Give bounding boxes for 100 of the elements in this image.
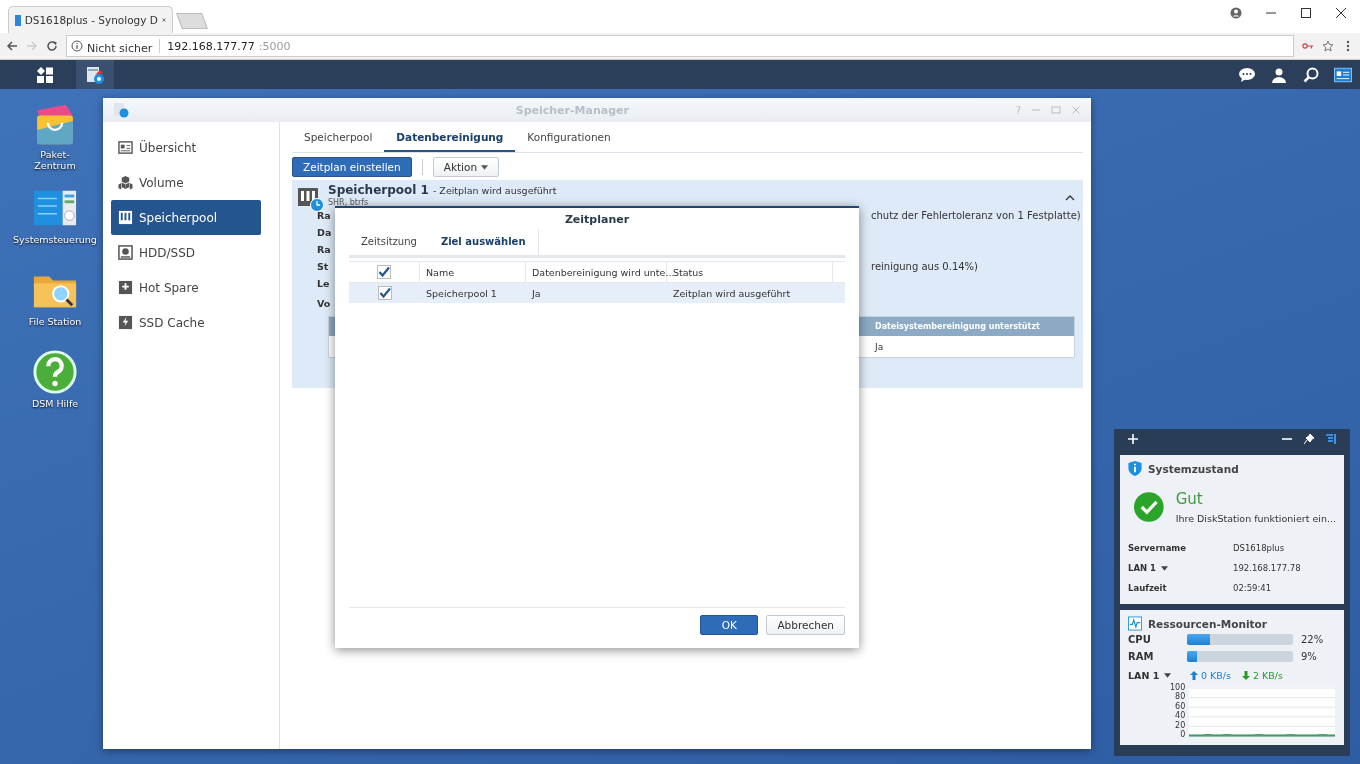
tab[interactable]: Speicherpool — [292, 122, 385, 152]
tab[interactable]: Ziel auswählen — [428, 229, 539, 255]
browser-tab[interactable]: DS1618plus - Synology D — [8, 6, 173, 33]
download-arrow-icon — [1241, 670, 1250, 680]
meter-label: RAM — [1128, 651, 1155, 662]
caret-icon — [1161, 565, 1168, 571]
widgets-icon[interactable] — [1334, 66, 1352, 83]
sidebar-item[interactable]: Volume — [111, 165, 261, 200]
user-icon[interactable] — [1270, 66, 1288, 83]
sidebar-item[interactable]: HDD/SSD — [111, 235, 261, 270]
axis-tick-label: 20 — [1174, 720, 1186, 730]
app-icon — [113, 102, 129, 118]
add-icon[interactable] — [1128, 434, 1138, 444]
dsm-favicon-icon — [15, 14, 21, 26]
detail-value: chutz der Fehlertoleranz von 1 Festplatte) — [871, 210, 1081, 221]
info-value: 192.168.177.78 — [1233, 563, 1301, 573]
storage-manager-icon — [85, 64, 105, 85]
storage-pool-clock-icon — [298, 188, 324, 212]
schedule-button[interactable]: Zeitplan einstellen — [292, 157, 412, 177]
id-card-icon — [118, 140, 133, 155]
desktop-icon-label[interactable]: Paket-Zentrum — [30, 149, 80, 171]
panel-toggle-icon[interactable] — [1326, 434, 1336, 444]
pool-status: - Zeitplan wird ausgeführt — [432, 184, 557, 198]
meter-label: CPU — [1128, 634, 1152, 645]
widget-title: Ressourcen-Monitor — [1148, 617, 1267, 630]
column-header[interactable]: Datenbereinigung wird unte... — [532, 266, 675, 278]
info-icon — [71, 40, 83, 52]
profile-icon[interactable] — [1230, 7, 1242, 19]
info-label: Servername — [1128, 543, 1187, 553]
column-header[interactable]: Status — [673, 266, 704, 278]
axis-tick-label: 0 — [1179, 729, 1186, 739]
detail-value: reinigung aus 0.14%) — [871, 261, 978, 272]
health-message: Ihre DiskStation funktioniert ein... — [1175, 513, 1336, 524]
chevron-up-icon[interactable] — [1065, 195, 1075, 201]
pin-icon[interactable] — [1304, 434, 1314, 444]
pulse-monitor-icon — [1128, 616, 1142, 631]
detail-label: Da — [317, 227, 331, 238]
table-cell: Ja — [875, 341, 884, 352]
sidebar-item[interactable]: Speicherpool — [111, 200, 261, 235]
cubes-icon — [118, 175, 133, 190]
checkbox[interactable] — [377, 265, 391, 279]
storage-pool-icon — [118, 210, 133, 225]
sidebar-item[interactable]: SSD Cache — [111, 305, 261, 340]
upload-arrow-icon — [1190, 670, 1198, 680]
star-icon[interactable] — [1322, 40, 1334, 52]
desktop-icon-label[interactable]: Systemsteuerung — [13, 234, 97, 245]
info-value: DS1618plus — [1233, 543, 1285, 553]
search-icon[interactable] — [1302, 66, 1320, 83]
axis-tick-label: 80 — [1174, 692, 1186, 702]
action-menu-button[interactable]: Aktion — [432, 157, 500, 177]
storage-manager-taskbar-button[interactable] — [76, 60, 114, 89]
key-icon[interactable] — [1302, 40, 1314, 52]
reload-icon[interactable] — [46, 40, 58, 52]
axis-tick-label: 40 — [1174, 711, 1186, 721]
caret-icon — [1164, 672, 1172, 678]
sidebar-item[interactable]: Übersicht — [111, 130, 261, 165]
info-shield-icon — [1128, 461, 1142, 476]
detail-label: Ra — [317, 244, 331, 255]
download-rate: 2 KB/s — [1252, 669, 1283, 681]
section-label: Vo — [317, 298, 331, 311]
table-cell: Ja — [532, 287, 541, 299]
checkbox[interactable] — [377, 286, 392, 300]
meter-reading: 9% — [1301, 651, 1317, 662]
info-label[interactable]: LAN 1 — [1128, 563, 1233, 573]
pool-name: Speicherpool 1 — [328, 183, 429, 197]
table-cell: Speicherpool 1 — [426, 287, 497, 299]
column-header[interactable]: Name — [426, 266, 455, 278]
caret-icon — [481, 164, 489, 170]
tab[interactable]: Datenbereinigung — [384, 122, 516, 152]
pool-subtitle: SHR, btrfs — [328, 198, 370, 207]
cancel-button[interactable]: Abbrechen — [766, 615, 845, 635]
window-title: Speicher-Manager — [514, 103, 630, 117]
tab[interactable]: Konfigurationen — [515, 122, 623, 152]
health-status: Gut — [1175, 490, 1204, 508]
meter-reading: 22% — [1301, 634, 1324, 645]
desktop-icon-label[interactable]: DSM Hilfe — [31, 398, 79, 409]
desktop-icon-label[interactable]: File Station — [28, 316, 82, 327]
grid-menu-icon — [36, 65, 54, 84]
tab[interactable]: Zeitsitzung — [349, 229, 429, 255]
tab-title: DS1618plus - Synology D — [24, 14, 158, 26]
info-label: Laufzeit — [1128, 583, 1168, 593]
ok-button[interactable]: OK — [700, 615, 759, 635]
table-row[interactable]: Speicherpool 1 Ja Zeitplan wird ausgeführt — [349, 283, 845, 303]
chat-icon[interactable] — [1238, 66, 1256, 83]
table-cell: Zeitplan wird ausgeführt — [673, 287, 791, 299]
axis-tick-label: 60 — [1174, 701, 1186, 711]
close-icon[interactable] — [1335, 7, 1347, 19]
column-header: Dateisystembereinigung unterstützt — [875, 322, 1040, 331]
detail-label: Ra — [317, 210, 331, 221]
help-icon[interactable] — [32, 349, 78, 395]
info-value: 02:59:41 — [1233, 583, 1272, 593]
upload-rate: 0 KB/s — [1201, 669, 1231, 681]
network-selector[interactable]: LAN 1 — [1128, 669, 1187, 681]
address-field[interactable]: Nicht sicher 192.168.177.77 :5000 — [66, 35, 1294, 57]
detail-label: St — [317, 261, 330, 272]
back-icon[interactable] — [6, 40, 18, 52]
maximize-icon[interactable] — [1300, 7, 1312, 19]
detail-label: Le — [317, 278, 331, 289]
sidebar-item[interactable]: Hot Spare — [111, 270, 261, 305]
axis-tick-label: 100 — [1170, 683, 1186, 692]
